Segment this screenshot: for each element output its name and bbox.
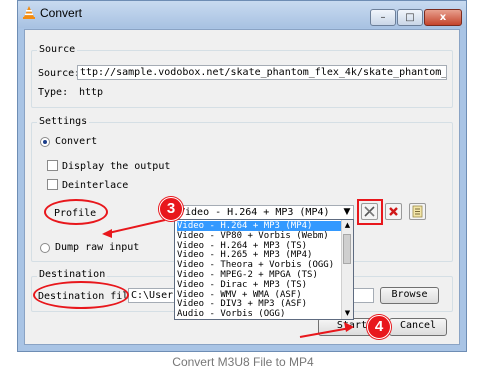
browse-button[interactable]: Browse: [380, 287, 439, 304]
step-4-badge: 4: [367, 315, 391, 339]
source-group-title: Source: [37, 44, 78, 55]
image-caption: Convert M3U8 File to MP4: [172, 355, 314, 369]
destination-highlight-ellipse: [33, 281, 129, 309]
profile-option[interactable]: Video - Theora + Vorbis (OGG): [177, 260, 337, 270]
maximize-button[interactable]: □: [397, 9, 423, 26]
profile-option[interactable]: Video - VP80 + Vorbis (Webm): [177, 231, 337, 241]
chevron-down-icon[interactable]: ▼: [341, 206, 353, 218]
destination-group-title: Destination: [37, 269, 108, 280]
scroll-up-icon[interactable]: ▲: [342, 220, 353, 230]
source-label: Source:: [38, 68, 81, 79]
profile-dropdown-list[interactable]: Video - H.264 + MP3 (MP4) Video - VP80 + …: [174, 219, 354, 320]
profile-option[interactable]: Video - H.264 + MP3 (MP4): [177, 221, 341, 231]
document-list-icon: [412, 205, 423, 218]
cancel-button[interactable]: Cancel: [389, 318, 447, 336]
type-value: http: [79, 87, 104, 98]
dump-raw-radio[interactable]: [40, 243, 50, 253]
display-output-label: Display the output: [62, 161, 171, 172]
scroll-thumb[interactable]: [343, 234, 351, 264]
profile-option[interactable]: Video - Dirac + MP3 (TS): [177, 280, 337, 290]
source-field[interactable]: ttp://sample.vodobox.net/skate_phantom_f…: [77, 65, 447, 80]
close-button[interactable]: x: [424, 9, 462, 26]
profile-option[interactable]: Video - H.264 + MP3 (TS): [177, 241, 337, 251]
new-profile-button[interactable]: [409, 203, 426, 220]
profile-option[interactable]: Video - WMV + WMA (ASF): [177, 290, 337, 300]
deinterlace-label: Deinterlace: [62, 180, 129, 191]
profile-option[interactable]: Video - MPEG-2 + MPGA (TS): [177, 270, 337, 280]
deinterlace-checkbox[interactable]: [47, 179, 58, 190]
profile-option[interactable]: Video - DIV3 + MP3 (ASF): [177, 299, 337, 309]
convert-radio[interactable]: [40, 137, 50, 147]
profile-option[interactable]: Audio - Vorbis (OGG): [177, 309, 337, 319]
delete-profile-button[interactable]: [385, 203, 402, 220]
display-output-checkbox[interactable]: [47, 160, 58, 171]
settings-group-title: Settings: [37, 116, 90, 127]
red-x-icon: [389, 207, 398, 216]
step-3-badge: 3: [159, 197, 183, 221]
scroll-down-icon[interactable]: ▼: [342, 308, 353, 318]
dump-raw-label: Dump raw input: [55, 242, 140, 253]
minimize-button[interactable]: –: [370, 9, 396, 26]
dropdown-scrollbar[interactable]: ▲ ▼: [341, 220, 353, 319]
profile-option[interactable]: Video - H.265 + MP3 (MP4): [177, 250, 337, 260]
convert-label: Convert: [55, 136, 98, 147]
profile-select[interactable]: Video - H.264 + MP3 (MP4): [174, 205, 354, 220]
edit-profile-highlight-box: [357, 199, 383, 225]
profile-highlight-ellipse: [44, 199, 108, 225]
vlc-cone-icon: [23, 6, 35, 19]
type-label: Type:: [38, 87, 69, 98]
window-title: Convert: [40, 6, 83, 20]
